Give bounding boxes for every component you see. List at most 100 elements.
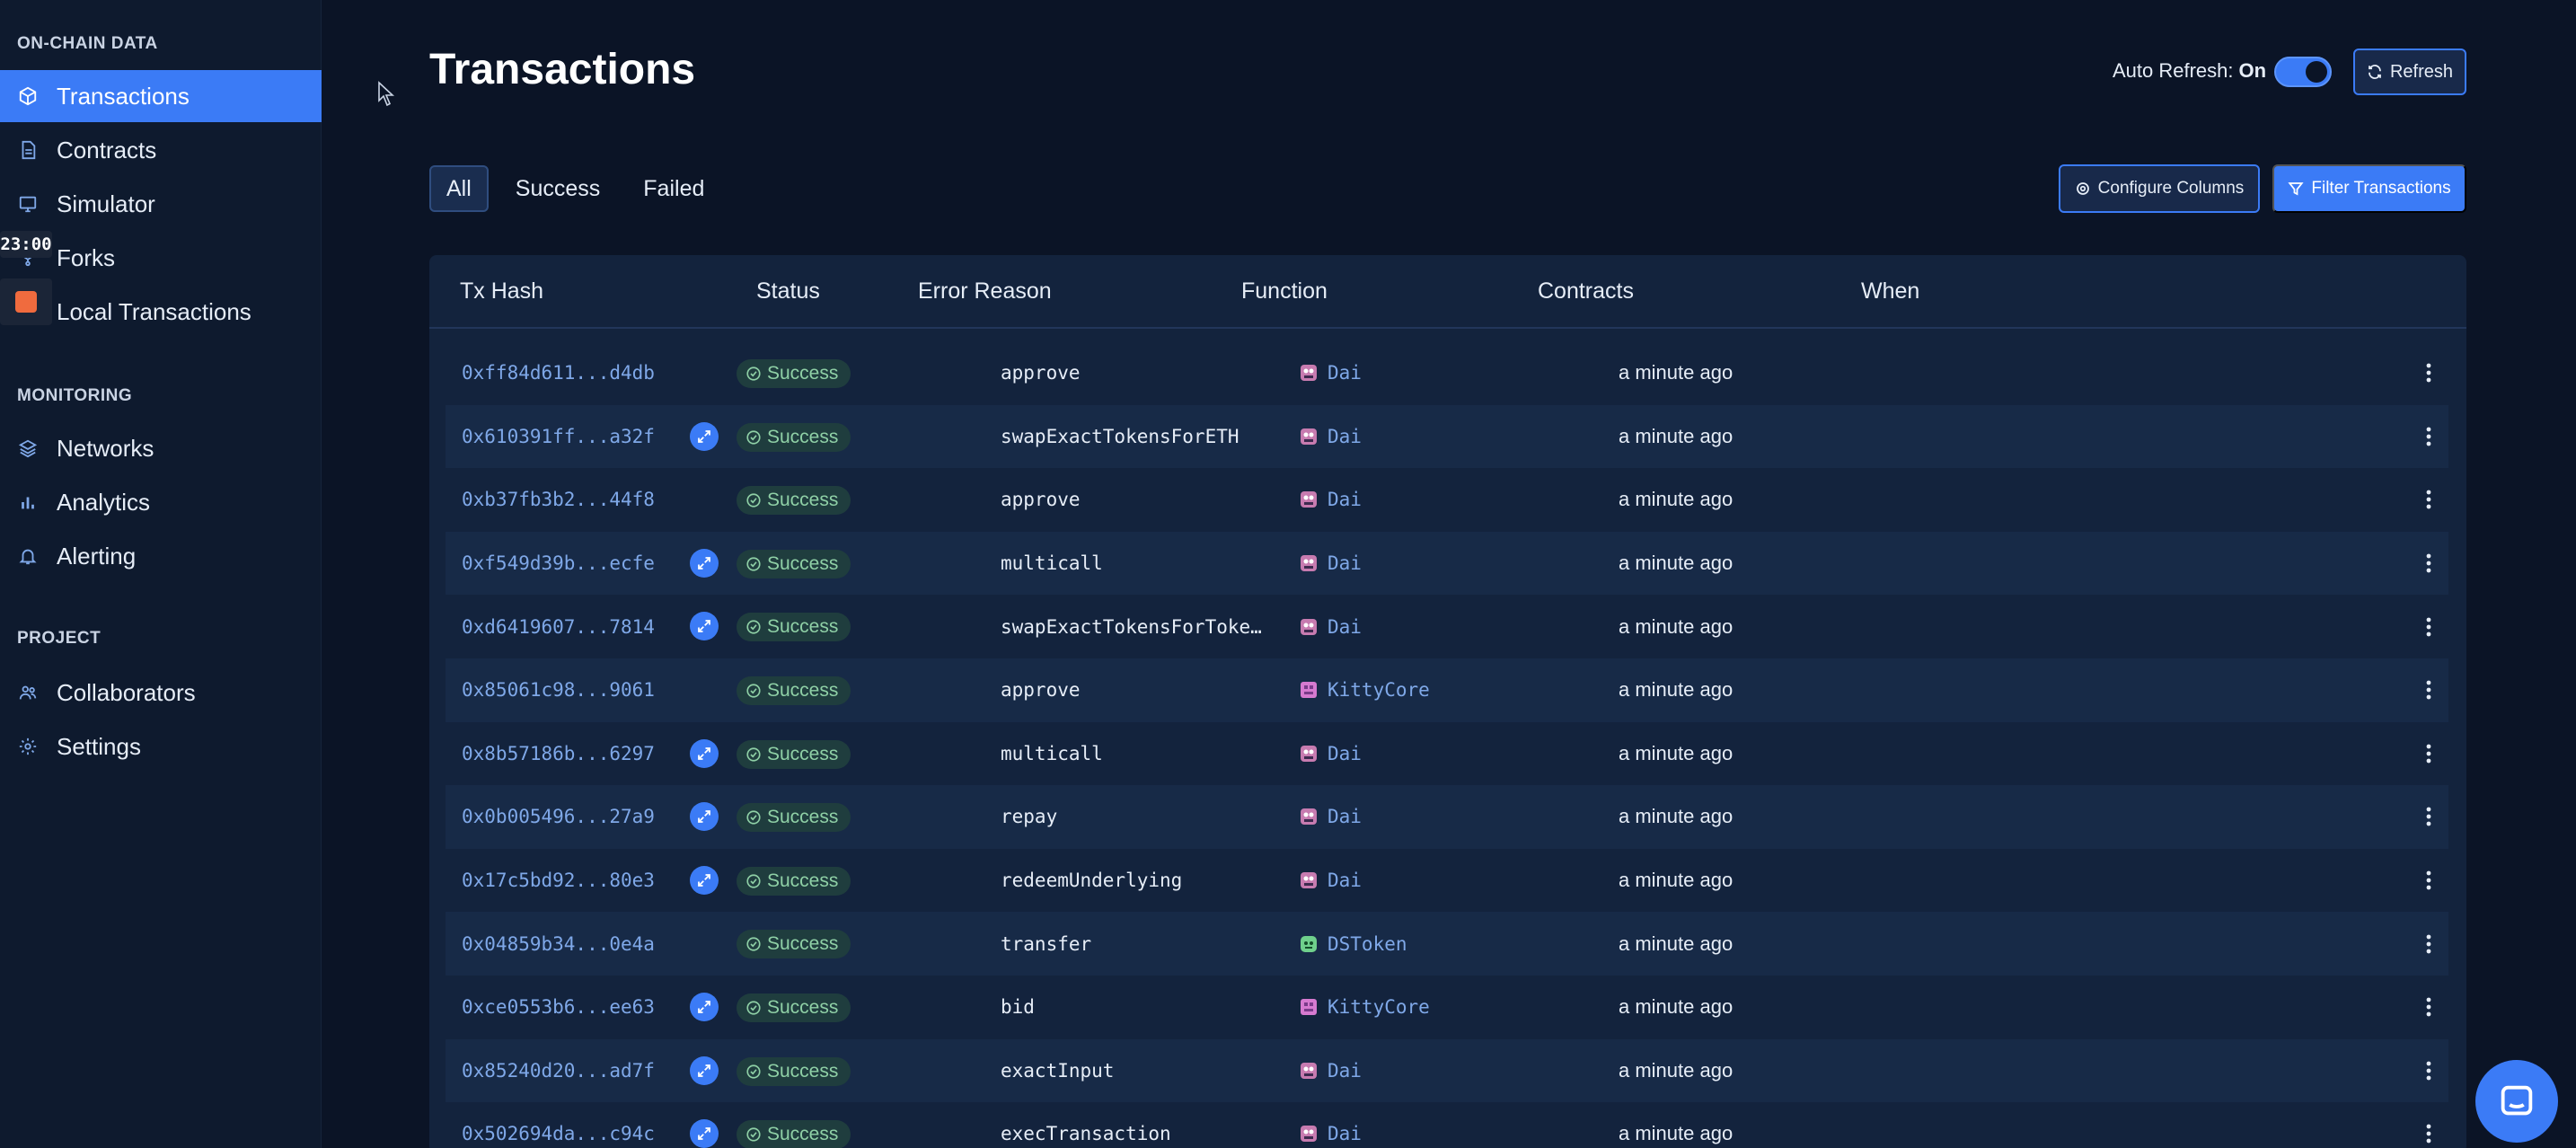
document-icon [17, 139, 39, 161]
table-row[interactable]: 0xf549d39b...ecfe Success multicall Dai … [446, 531, 2448, 596]
table-row[interactable]: 0x04859b34...0e4a Success transfer DSTok… [446, 912, 2448, 976]
auto-refresh-toggle[interactable] [2274, 57, 2332, 87]
contract-link[interactable]: Dai [1299, 405, 1362, 469]
link-icon[interactable] [690, 802, 719, 832]
sidebar-item-settings[interactable]: Settings [0, 720, 322, 773]
sidebar-item-analytics[interactable]: Analytics [0, 476, 322, 528]
tx-hash-link[interactable]: 0x0b005496...27a9 [462, 785, 655, 849]
more-options-icon[interactable] [2418, 976, 2439, 1039]
tx-hash-link[interactable]: 0x85240d20...ad7f [462, 1039, 655, 1103]
filter-transactions-button[interactable]: Filter Transactions [2272, 164, 2466, 213]
sidebar-item-networks[interactable]: Networks [0, 422, 322, 474]
table-row[interactable]: 0x17c5bd92...80e3 Success redeemUnderlyi… [446, 849, 2448, 913]
dai-contract-icon [1299, 1061, 1319, 1081]
check-circle-icon [746, 430, 761, 445]
column-header-status[interactable]: Status [756, 278, 820, 305]
link-icon[interactable] [690, 992, 719, 1021]
configure-columns-button[interactable]: Configure Columns [2059, 164, 2260, 213]
more-options-icon[interactable] [2418, 912, 2439, 976]
sidebar-item-alerting[interactable]: Alerting [0, 530, 322, 582]
refresh-button[interactable]: Refresh [2353, 49, 2466, 95]
sidebar-item-collaborators[interactable]: Collaborators [0, 667, 322, 719]
column-header-function[interactable]: Function [1241, 278, 1328, 305]
tx-hash-link[interactable]: 0xd6419607...7814 [462, 595, 655, 658]
tx-hash-link[interactable]: 0xff84d611...d4db [462, 341, 655, 405]
dstoken-contract-icon [1299, 934, 1319, 954]
contract-link[interactable]: Dai [1299, 595, 1362, 658]
contract-link[interactable]: Dai [1299, 1102, 1362, 1148]
tx-hash-link[interactable]: 0xb37fb3b2...44f8 [462, 468, 655, 532]
more-options-icon[interactable] [2418, 405, 2439, 469]
status-text: Success [767, 616, 839, 638]
tx-hash-link[interactable]: 0x610391ff...a32f [462, 405, 655, 469]
link-icon[interactable] [690, 1119, 719, 1148]
contract-link[interactable]: KittyCore [1299, 976, 1430, 1039]
timestamp: a minute ago [1619, 1058, 1734, 1082]
status-badge: Success [737, 739, 851, 769]
more-options-icon[interactable] [2418, 658, 2439, 722]
table-row[interactable]: 0x0b005496...27a9 Success repay Dai a mi… [446, 785, 2448, 849]
more-options-icon[interactable] [2418, 849, 2439, 913]
column-header-error-reason[interactable]: Error Reason [918, 278, 1052, 305]
chat-button[interactable] [2475, 1060, 2558, 1143]
timestamp: a minute ago [1619, 805, 1734, 828]
bell-icon [17, 545, 39, 567]
users-icon [17, 682, 39, 703]
tx-hash-link[interactable]: 0x04859b34...0e4a [462, 912, 655, 976]
more-options-icon[interactable] [2418, 468, 2439, 532]
status-badge: Success [737, 486, 851, 516]
sidebar-item-simulator[interactable]: Simulator [0, 178, 322, 230]
table-row[interactable]: 0xd6419607...7814 Success swapExactToken… [446, 595, 2448, 658]
contract-link[interactable]: KittyCore [1299, 658, 1430, 722]
more-options-icon[interactable] [2418, 722, 2439, 786]
tx-hash-link[interactable]: 0x17c5bd92...80e3 [462, 849, 655, 913]
sidebar-item-label: Forks [57, 243, 115, 271]
table-row[interactable]: 0x610391ff...a32f Success swapExactToken… [446, 404, 2448, 469]
table-row[interactable]: 0x502694da...c94c Success execTransactio… [446, 1102, 2448, 1148]
more-options-icon[interactable] [2418, 341, 2439, 405]
tab-success[interactable]: Success [499, 165, 616, 212]
contract-name: Dai [1328, 806, 1362, 828]
tx-hash-link[interactable]: 0x85061c98...9061 [462, 658, 655, 722]
tab-all[interactable]: All [429, 165, 489, 212]
column-header-tx-hash[interactable]: Tx Hash [460, 278, 543, 305]
contract-link[interactable]: Dai [1299, 849, 1362, 913]
filter-transactions-label: Filter Transactions [2311, 179, 2451, 198]
more-options-icon[interactable] [2418, 1039, 2439, 1103]
table-row[interactable]: 0x8b57186b...6297 Success multicall Dai … [446, 722, 2448, 786]
tx-hash-link[interactable]: 0x502694da...c94c [462, 1102, 655, 1148]
table-row[interactable]: 0xff84d611...d4db Success approve Dai a … [446, 341, 2448, 405]
sidebar-item-contracts[interactable]: Contracts [0, 124, 322, 176]
link-icon[interactable] [690, 421, 719, 451]
tx-hash-link[interactable]: 0xf549d39b...ecfe [462, 532, 655, 596]
contract-link[interactable]: Dai [1299, 532, 1362, 596]
gear-icon [2076, 182, 2089, 195]
link-icon[interactable] [690, 548, 719, 578]
more-options-icon[interactable] [2418, 532, 2439, 596]
contract-link[interactable]: Dai [1299, 1039, 1362, 1103]
contract-link[interactable]: Dai [1299, 722, 1362, 786]
dai-contract-icon [1299, 870, 1319, 890]
stop-recording-button[interactable] [0, 278, 52, 325]
contract-link[interactable]: Dai [1299, 785, 1362, 849]
table-row[interactable]: 0xb37fb3b2...44f8 Success approve Dai a … [446, 468, 2448, 532]
table-row[interactable]: 0x85061c98...9061 Success approve KittyC… [446, 658, 2448, 722]
sidebar-item-transactions[interactable]: Transactions [0, 70, 322, 122]
contract-link[interactable]: Dai [1299, 468, 1362, 532]
contract-link[interactable]: Dai [1299, 341, 1362, 405]
column-header-contracts[interactable]: Contracts [1538, 278, 1634, 305]
tx-hash-link[interactable]: 0xce0553b6...ee63 [462, 976, 655, 1039]
more-options-icon[interactable] [2418, 1102, 2439, 1148]
link-icon[interactable] [690, 738, 719, 768]
column-header-when[interactable]: When [1861, 278, 1919, 305]
table-row[interactable]: 0xce0553b6...ee63 Success bid KittyCore … [446, 976, 2448, 1039]
more-options-icon[interactable] [2418, 595, 2439, 658]
tx-hash-link[interactable]: 0x8b57186b...6297 [462, 722, 655, 786]
link-icon[interactable] [690, 865, 719, 895]
table-row[interactable]: 0x85240d20...ad7f Success exactInput Dai… [446, 1038, 2448, 1103]
link-icon[interactable] [690, 1055, 719, 1085]
tab-failed[interactable]: Failed [627, 165, 720, 212]
more-options-icon[interactable] [2418, 785, 2439, 849]
link-icon[interactable] [690, 612, 719, 641]
contract-link[interactable]: DSToken [1299, 912, 1407, 976]
